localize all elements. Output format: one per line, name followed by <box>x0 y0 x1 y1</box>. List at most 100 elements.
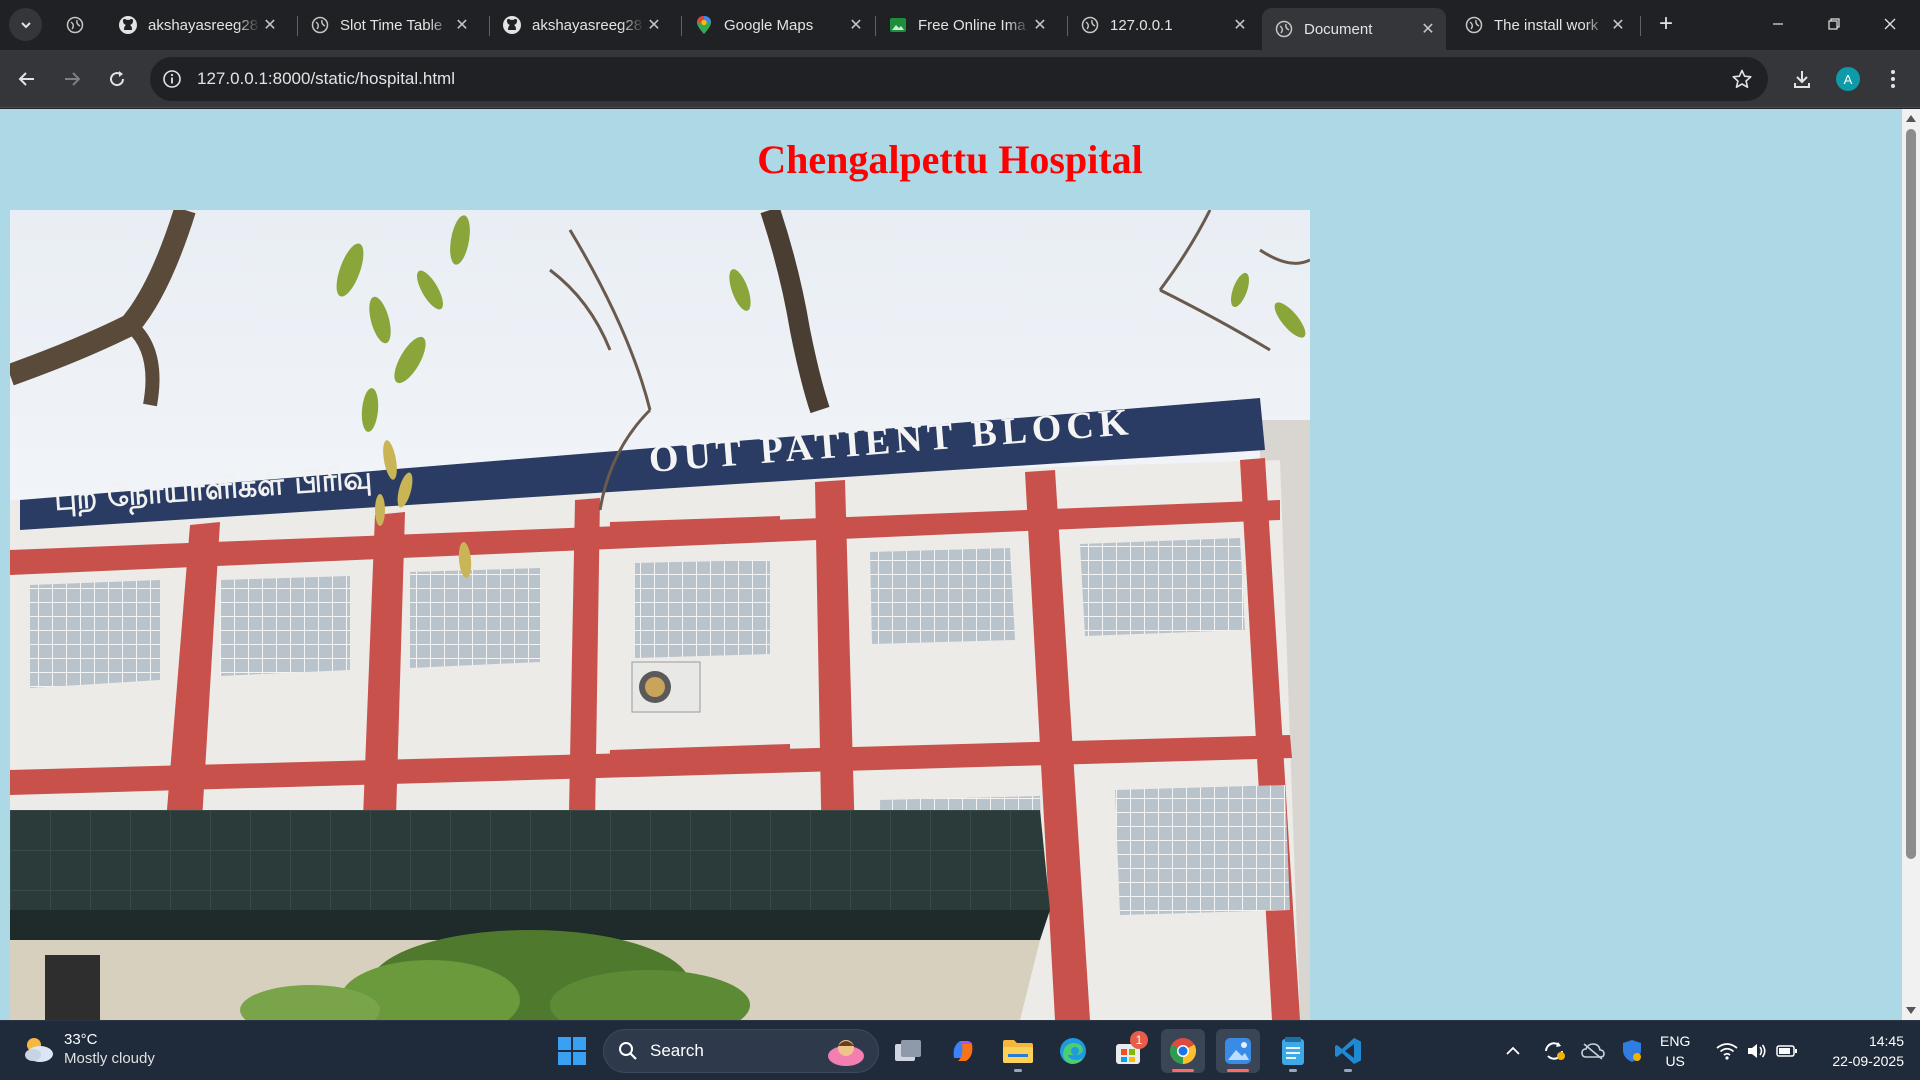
reload-icon <box>110 71 125 87</box>
onedrive-tray-button[interactable] <box>1579 1021 1607 1080</box>
task-view-icon <box>895 1040 921 1061</box>
menu-button[interactable] <box>1876 62 1910 96</box>
tab-search-button[interactable] <box>9 8 42 41</box>
edge-browser-icon <box>1060 1038 1086 1064</box>
close-icon[interactable]: ✕ <box>1418 19 1438 39</box>
minimize-icon <box>1773 23 1783 25</box>
taskbar-edge[interactable] <box>1051 1029 1095 1073</box>
scrollbar-thumb[interactable] <box>1906 129 1916 859</box>
page-title: Chengalpettu Hospital <box>757 137 1143 182</box>
taskbar-chrome[interactable] <box>1161 1029 1205 1073</box>
address-bar[interactable]: 127.0.0.1:8000/static/hospital.html <box>150 57 1768 101</box>
weather-temperature: 33°C <box>64 1031 98 1048</box>
photos-app-icon <box>1225 1038 1251 1064</box>
taskbar-vscode[interactable] <box>1326 1029 1370 1073</box>
security-tray-button[interactable] <box>1618 1021 1646 1080</box>
tab-title: Google Maps <box>724 16 814 34</box>
taskbar-search[interactable]: Search <box>603 1029 879 1073</box>
arrow-left-icon <box>18 72 34 86</box>
system-clock[interactable]: 14:45 22-09-2025 <box>1808 1031 1904 1071</box>
profile-button[interactable]: A <box>1831 62 1865 96</box>
running-indicator <box>1227 1069 1249 1072</box>
windows-logo-icon <box>558 1037 586 1065</box>
bookmark-star-icon[interactable] <box>1730 67 1754 91</box>
sync-tray-button[interactable] <box>1540 1021 1568 1080</box>
url-text[interactable]: 127.0.0.1:8000/static/hospital.html <box>197 69 455 89</box>
github-icon <box>118 15 138 35</box>
site-info-icon[interactable] <box>160 67 184 91</box>
wifi-icon <box>1716 1043 1738 1060</box>
volume-tray-button[interactable] <box>1744 1021 1770 1080</box>
taskbar-copilot[interactable] <box>941 1029 985 1073</box>
globe-icon <box>310 15 330 35</box>
search-highlight-icon <box>828 1040 864 1066</box>
close-icon[interactable]: ✕ <box>452 15 472 35</box>
partly-cloudy-icon <box>25 1038 53 1062</box>
restore-button[interactable] <box>1806 0 1862 48</box>
show-hidden-icons-button[interactable] <box>1500 1021 1526 1080</box>
tab-install-work[interactable]: The install work ✕ <box>1452 8 1636 42</box>
tab-github-1[interactable]: akshayasreeg28 ✕ <box>106 8 288 42</box>
tab-github-2[interactable]: akshayasreeg28 ✕ <box>490 8 672 42</box>
close-icon[interactable]: ✕ <box>1030 15 1050 35</box>
tab-document[interactable]: Document ✕ <box>1262 8 1446 50</box>
taskbar-file-explorer[interactable] <box>996 1029 1040 1073</box>
battery-tray-button[interactable] <box>1774 1021 1800 1080</box>
notepad-icon <box>1282 1037 1304 1065</box>
pinned-tab[interactable] <box>60 8 90 42</box>
language-code: ENG <box>1660 1033 1691 1049</box>
chevron-up-icon <box>1506 1046 1520 1055</box>
globe-icon <box>1274 19 1294 39</box>
sync-icon <box>1545 1042 1565 1060</box>
tab-separator <box>1640 16 1641 36</box>
forward-button[interactable] <box>55 62 89 96</box>
globe-icon <box>1080 15 1100 35</box>
page-scrollbar[interactable] <box>1902 109 1920 1020</box>
close-icon[interactable]: ✕ <box>1608 15 1628 35</box>
new-tab-button[interactable]: + <box>1652 10 1680 38</box>
taskbar-notepad[interactable] <box>1271 1029 1315 1073</box>
maps-pin-icon <box>694 15 714 35</box>
wifi-tray-button[interactable] <box>1714 1021 1740 1080</box>
back-button[interactable] <box>10 62 44 96</box>
downloads-button[interactable] <box>1785 62 1819 96</box>
close-icon[interactable]: ✕ <box>846 15 866 35</box>
language-region: US <box>1665 1053 1685 1069</box>
start-button[interactable] <box>550 1029 594 1073</box>
github-icon <box>502 15 522 35</box>
close-window-button[interactable] <box>1862 0 1918 48</box>
more-vertical-icon <box>1891 70 1895 88</box>
browser-toolbar: 127.0.0.1:8000/static/hospital.html A <box>0 50 1920 108</box>
download-icon <box>1794 71 1810 88</box>
minimize-button[interactable] <box>1750 0 1806 48</box>
reload-button[interactable] <box>100 62 134 96</box>
weather-widget[interactable]: 33°C Mostly cloudy <box>20 1030 155 1068</box>
chevron-down-icon <box>20 21 31 28</box>
close-icon[interactable]: ✕ <box>260 15 280 35</box>
clock-time: 14:45 <box>1868 1033 1904 1049</box>
tab-google-maps[interactable]: Google Maps ✕ <box>682 8 874 42</box>
weather-condition: Mostly cloudy <box>64 1050 155 1067</box>
tab-localhost[interactable]: 127.0.0.1 ✕ <box>1068 8 1258 42</box>
scroll-down-arrow-icon[interactable] <box>1906 1007 1916 1014</box>
clock-date: 22-09-2025 <box>1832 1053 1904 1069</box>
close-icon[interactable]: ✕ <box>1230 15 1250 35</box>
taskbar-photos[interactable] <box>1216 1029 1260 1073</box>
running-indicator <box>1344 1069 1352 1072</box>
globe-icon <box>1464 15 1484 35</box>
folder-icon <box>1003 1040 1033 1063</box>
scroll-up-arrow-icon[interactable] <box>1906 115 1916 122</box>
tab-title: 127.0.0.1 <box>1110 16 1173 34</box>
tab-slot-time-table[interactable]: Slot Time Table ✕ <box>298 8 480 42</box>
page-viewport: Chengalpettu Hospital புற நோயாளிகள் பிரி… <box>0 109 1920 1020</box>
tab-image-editor[interactable]: Free Online Ima ✕ <box>876 8 1058 42</box>
arrow-right-icon <box>65 72 81 86</box>
cloud-offline-icon <box>1581 1043 1605 1060</box>
running-indicator <box>1014 1069 1022 1072</box>
taskbar-microsoft-store[interactable]: 1 <box>1106 1029 1150 1073</box>
close-icon[interactable]: ✕ <box>644 15 664 35</box>
globe-icon <box>65 15 85 35</box>
hospital-building-image: புற நோயாளிகள் பிரிவு OUT PATIENT BLOCK <box>10 210 1310 1020</box>
language-indicator[interactable]: ENG US <box>1660 1031 1690 1071</box>
taskbar-task-view[interactable] <box>886 1029 930 1073</box>
